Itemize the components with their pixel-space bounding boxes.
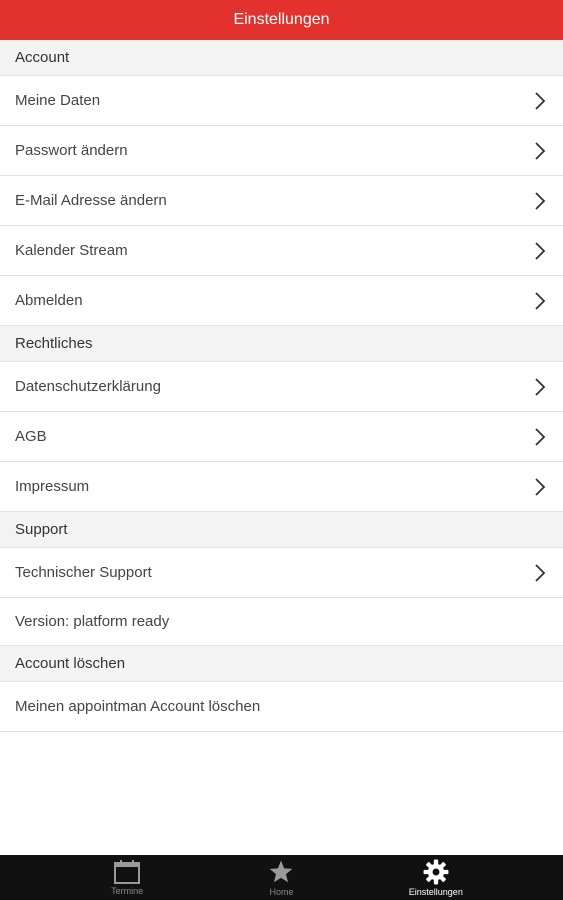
tab-home[interactable]: Home — [236, 855, 326, 900]
settings-item-label: Meinen appointman Account löschen — [15, 698, 261, 715]
chevron-right-icon — [535, 241, 546, 260]
settings-item-email-aendern[interactable]: E-Mail Adresse ändern — [0, 176, 563, 226]
settings-item-abmelden[interactable]: Abmelden — [0, 276, 563, 326]
settings-item-kalender-stream[interactable]: Kalender Stream — [0, 226, 563, 276]
settings-item-label: E-Mail Adresse ändern — [15, 192, 167, 209]
calendar-icon — [114, 859, 141, 884]
settings-item-label: Datenschutzerklärung — [15, 378, 161, 395]
settings-item-impressum[interactable]: Impressum — [0, 462, 563, 512]
section-header-account-loeschen: Account löschen — [0, 646, 563, 682]
tab-einstellungen[interactable]: Einstellungen — [391, 855, 481, 900]
chevron-right-icon — [535, 91, 546, 110]
section-header-account: Account — [0, 40, 563, 76]
star-icon — [270, 860, 293, 882]
tab-label: Termine — [111, 885, 144, 896]
chevron-right-icon — [535, 377, 546, 396]
chevron-right-icon — [535, 427, 546, 446]
tab-label: Home — [269, 886, 294, 897]
gear-icon — [423, 859, 449, 884]
settings-item-agb[interactable]: AGB — [0, 412, 563, 462]
chevron-right-icon — [535, 141, 546, 160]
settings-item-label: Meine Daten — [15, 92, 101, 109]
settings-item-label: Impressum — [15, 478, 90, 495]
settings-item-technischer-support[interactable]: Technischer Support — [0, 548, 563, 598]
app-header: Einstellungen — [0, 0, 563, 40]
tab-label: Einstellungen — [408, 886, 463, 897]
chevron-right-icon — [535, 563, 546, 582]
bottom-tab-bar: Termine Home Einstellungen — [0, 855, 563, 900]
tab-termine[interactable]: Termine — [82, 855, 172, 900]
version-row: Version: platform ready — [0, 598, 563, 646]
chevron-right-icon — [535, 191, 546, 210]
section-header-rechtliches: Rechtliches — [0, 326, 563, 362]
settings-list: Account Meine Daten Passwort ändern E-Ma… — [0, 40, 563, 732]
version-label: Version: platform ready — [15, 613, 170, 630]
settings-item-label: Passwort ändern — [15, 142, 128, 159]
settings-item-meine-daten[interactable]: Meine Daten — [0, 76, 563, 126]
settings-item-label: Technischer Support — [15, 564, 152, 581]
settings-item-account-loeschen[interactable]: Meinen appointman Account löschen — [0, 682, 563, 732]
settings-item-datenschutz[interactable]: Datenschutzerklärung — [0, 362, 563, 412]
page-title: Einstellungen — [233, 11, 330, 28]
chevron-right-icon — [535, 291, 546, 310]
settings-item-passwort-aendern[interactable]: Passwort ändern — [0, 126, 563, 176]
settings-item-label: Abmelden — [15, 292, 83, 309]
chevron-right-icon — [535, 477, 546, 496]
settings-item-label: Kalender Stream — [15, 242, 128, 259]
section-header-support: Support — [0, 512, 563, 548]
settings-item-label: AGB — [15, 428, 47, 445]
